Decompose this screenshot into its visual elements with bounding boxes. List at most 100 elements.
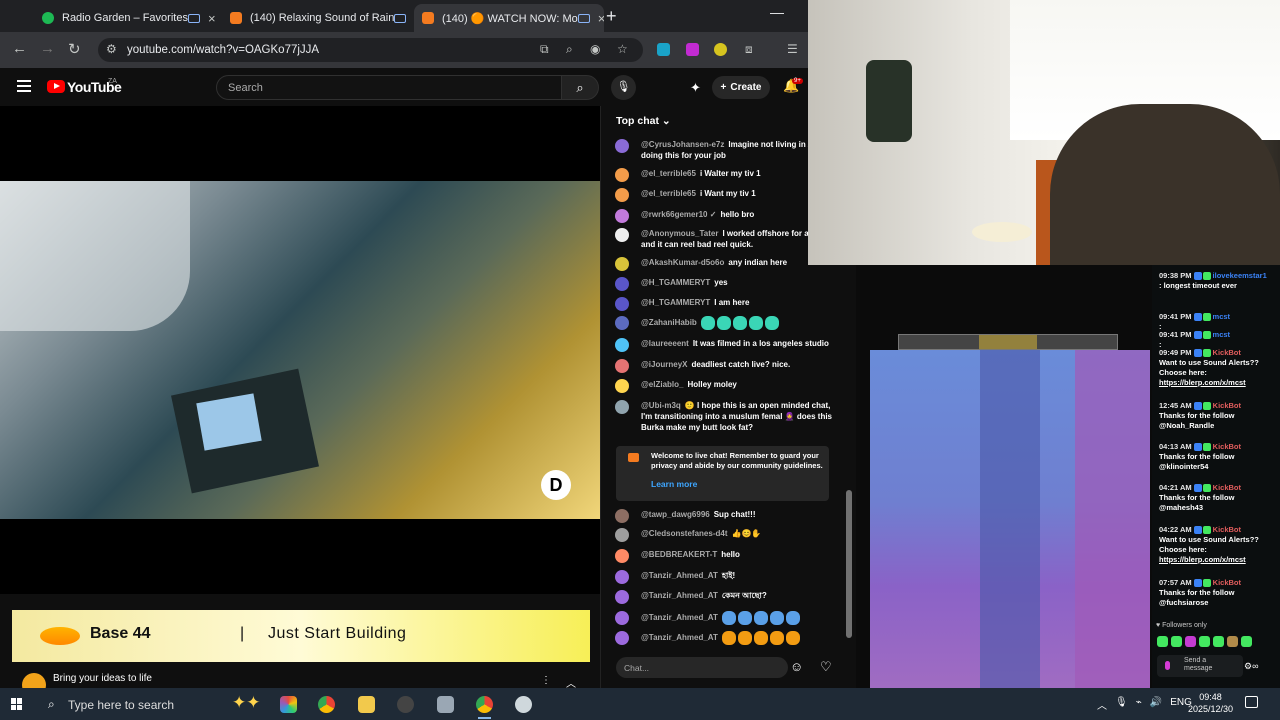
emote-icon[interactable] (1213, 636, 1224, 647)
emote-icon[interactable] (1199, 636, 1210, 647)
chat-author[interactable]: @Tanzir_Ahmed_AT (641, 571, 718, 580)
close-tab-icon[interactable]: × (598, 11, 604, 26)
emote-icon[interactable] (1171, 636, 1182, 647)
volume-icon[interactable]: 🔊 (1150, 697, 1162, 712)
kick-username[interactable]: KickBot (1213, 578, 1241, 587)
chat-author[interactable]: @laureeeent (641, 339, 689, 348)
user-avatar[interactable] (615, 549, 629, 563)
chat-message[interactable]: @BEDBREAKERT-T hello (615, 549, 855, 563)
chat-author[interactable]: @el_terrible65 (641, 169, 696, 178)
emote-icon[interactable] (1241, 636, 1252, 647)
new-tab-button[interactable]: + (606, 6, 617, 27)
user-avatar[interactable] (615, 631, 629, 645)
reading-list-icon[interactable]: ☰ (787, 42, 798, 56)
reload-icon[interactable]: ↻ (68, 40, 81, 58)
user-avatar[interactable] (615, 359, 629, 373)
chat-message[interactable]: @H_TGAMMERYT yes (615, 277, 855, 291)
chat-author[interactable]: @elZiablo_ (641, 380, 683, 389)
kick-username[interactable]: KickBot (1213, 525, 1241, 534)
chat-message[interactable]: @tawp_dawg6996 Sup chat!!! (615, 509, 855, 523)
emote-bar[interactable] (1157, 636, 1275, 650)
file-explorer-icon[interactable] (358, 696, 375, 713)
bookmark-star-icon[interactable]: ☆ (617, 42, 628, 56)
chat-message[interactable]: @iJourneyX deadliest catch live? nice. (615, 359, 855, 373)
kick-message-link[interactable]: https://blerp.com/x/mcst (1159, 378, 1246, 387)
chevron-up-icon[interactable]: ︿ (1097, 697, 1107, 712)
emote-icon[interactable] (1227, 636, 1238, 647)
kick-username[interactable]: ilovekeemstar1 (1213, 271, 1267, 280)
user-avatar[interactable] (615, 400, 629, 414)
kick-username[interactable]: mcst (1213, 312, 1231, 321)
chat-author[interactable]: @H_TGAMMERYT (641, 278, 710, 287)
user-avatar[interactable] (615, 188, 629, 202)
kick-message-link[interactable]: https://blerp.com/x/mcst (1159, 555, 1246, 564)
user-avatar[interactable] (615, 257, 629, 271)
heart-icon[interactable]: ♡ (820, 659, 832, 675)
minimize-button[interactable]: — (770, 4, 784, 20)
chat-message[interactable]: @laureeeent It was filmed in a los angele… (615, 338, 855, 352)
user-avatar[interactable] (615, 611, 629, 625)
chat-author[interactable]: @ZahaniHabib (641, 318, 697, 327)
network-icon[interactable]: ⌁ (1136, 697, 1142, 712)
chat-author[interactable]: @Tanzir_Ahmed_AT (641, 633, 718, 642)
user-avatar[interactable] (615, 139, 629, 153)
chat-author[interactable]: @BEDBREAKERT-T (641, 550, 717, 559)
learn-more-link[interactable]: Learn more (651, 479, 697, 489)
kick-username[interactable]: KickBot (1213, 401, 1241, 410)
kick-message[interactable]: 09:38 PM ilovekeemstar1: longest timeout … (1159, 271, 1277, 291)
emote-icon[interactable] (1157, 636, 1168, 647)
chat-message[interactable]: @ZahaniHabib (615, 316, 855, 330)
cast-media-icon[interactable] (394, 13, 407, 23)
user-avatar[interactable] (615, 228, 629, 242)
kick-message[interactable]: 04:21 AM KickBot Thanks for the follow @ma… (1159, 483, 1277, 513)
chat-message[interactable]: @elZiablo_ Holley moley (615, 379, 855, 393)
search-input[interactable] (216, 75, 562, 100)
tab-relaxing-rain[interactable]: (140) Relaxing Sound of Rain × (222, 4, 412, 32)
kick-username[interactable]: KickBot (1213, 442, 1241, 451)
kick-message[interactable]: 04:13 AM KickBot Thanks for the follow @kl… (1159, 442, 1277, 472)
kick-message[interactable]: 12:45 AM KickBot Thanks for the follow @No… (1159, 401, 1277, 431)
kick-username[interactable]: KickBot (1213, 483, 1241, 492)
chat-message[interactable]: @Tanzir_Ahmed_AT (615, 611, 855, 625)
chat-message[interactable]: @Cledsonstefanes-d4t 👍😊✋ (615, 528, 855, 542)
microphone-icon[interactable]: 🎙 (1115, 697, 1128, 712)
kick-username[interactable]: KickBot (1213, 348, 1241, 357)
cast-media-icon[interactable] (577, 13, 590, 23)
chat-message[interactable]: @H_TGAMMERYT I am here (615, 297, 855, 311)
chat-message[interactable]: @Tanzir_Ahmed_AT হাই! (615, 570, 855, 584)
search-highlight-icon[interactable]: ✦✦ (232, 693, 261, 713)
snipping-tool-icon[interactable] (437, 696, 454, 713)
kick-message[interactable]: 09:49 PM KickBot Want to use Sound Alerts?… (1159, 348, 1277, 388)
copilot-icon[interactable] (280, 696, 297, 713)
close-tab-icon[interactable]: × (208, 11, 216, 26)
chat-author[interactable]: @AkashKumar-d5o6o (641, 258, 724, 267)
emoji-icon[interactable]: ☺ (790, 659, 803, 674)
user-avatar[interactable] (615, 316, 629, 330)
extensions-puzzle-icon[interactable]: ⧈ (745, 42, 753, 57)
cast-media-icon[interactable] (187, 13, 200, 23)
back-icon[interactable]: ← (12, 40, 27, 57)
search-icon[interactable]: ⌕ (48, 697, 55, 712)
emote-icon[interactable] (1185, 636, 1196, 647)
hide-eye-icon[interactable]: ◉ (590, 42, 600, 56)
cast-icon[interactable]: ✦ (690, 80, 701, 96)
tab-watch-now[interactable]: (140) 🟠 WATCH NOW: Mo × (414, 4, 604, 32)
chat-author[interactable]: @rwrk66gemer10 ✓ (641, 210, 716, 219)
video-frame[interactable] (0, 181, 600, 519)
user-avatar[interactable] (615, 297, 629, 311)
chat-scrollbar[interactable] (846, 490, 852, 638)
chat-author[interactable]: @Ubi-m3q (641, 401, 681, 410)
chat-author[interactable]: @Cledsonstefanes-d4t (641, 529, 727, 538)
translate-extension-icon[interactable] (657, 43, 670, 56)
user-avatar[interactable] (615, 528, 629, 542)
kick-message[interactable]: 09:41 PM mcst: (1159, 330, 1277, 350)
zoom-icon[interactable]: ⌕ (566, 42, 573, 57)
windows-start-icon[interactable] (11, 698, 23, 710)
user-avatar[interactable] (615, 168, 629, 182)
install-app-icon[interactable]: ⧉ (540, 42, 549, 57)
chat-author[interactable]: @H_TGAMMERYT (641, 298, 710, 307)
chrome-active-icon[interactable] (476, 696, 493, 719)
youtube-logo-icon[interactable] (47, 80, 65, 93)
app-icon[interactable] (397, 696, 414, 713)
taskbar-search-input[interactable]: Type here to search (68, 698, 174, 712)
